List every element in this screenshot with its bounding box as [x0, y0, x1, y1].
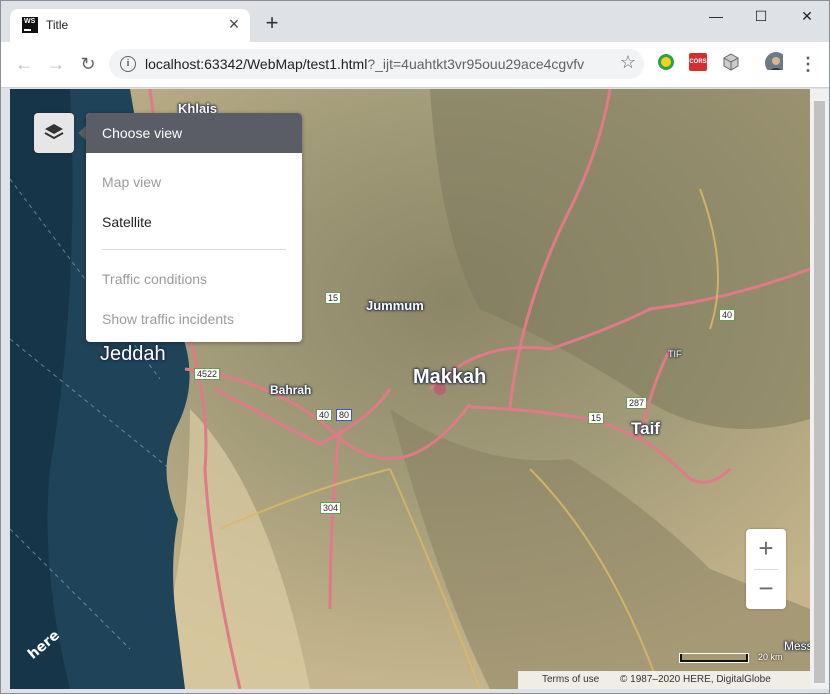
traffic-incidents-option[interactable]: Show traffic incidents: [102, 311, 234, 327]
webstorm-icon: WS: [22, 17, 38, 33]
layers-icon: [44, 124, 64, 140]
tab-icon-text: WS: [24, 18, 36, 25]
satellite-option[interactable]: Satellite: [102, 214, 152, 230]
road-shield-80: 80: [336, 409, 353, 421]
road-shield-4522: 4522: [194, 368, 221, 380]
traffic-conditions-option[interactable]: Traffic conditions: [102, 271, 207, 287]
road-shield-40-west: 40: [316, 409, 333, 421]
terms-of-use-link[interactable]: Terms of use: [542, 671, 599, 689]
new-tab-button[interactable]: +: [260, 12, 284, 36]
map-label-jummum: Jummum: [366, 298, 424, 313]
cors-extension-icon[interactable]: CORS: [689, 53, 707, 71]
road-shield-15-north: 15: [325, 292, 342, 304]
map-label-makkah: Makkah: [413, 366, 487, 388]
maximize-button[interactable]: ☐: [739, 5, 783, 29]
zoom-out-button[interactable]: −: [746, 569, 786, 609]
tab-close-icon[interactable]: ×: [224, 15, 244, 35]
cube-extension-icon[interactable]: [722, 53, 740, 71]
panel-title: Choose view: [86, 113, 302, 153]
choose-view-panel: Choose view Map view Satellite Traffic c…: [86, 113, 302, 342]
browser-toolbar: ← → ↻ i localhost:63342/WebMap/test1.htm…: [1, 42, 829, 88]
site-info-icon[interactable]: i: [120, 56, 136, 72]
address-bar[interactable]: i localhost:63342/WebMap/test1.html?_ijt…: [109, 49, 644, 79]
url-host: localhost:63342/WebMap/test1.html: [145, 56, 368, 72]
road-shield-287: 287: [626, 397, 648, 409]
road-shield-40-east: 40: [719, 309, 736, 321]
map-viewport[interactable]: Khlais Jummum Jeddah Makkah Bahrah Taif …: [10, 89, 810, 689]
map-label-bahrah: Bahrah: [270, 383, 312, 397]
forward-button[interactable]: →: [43, 51, 69, 77]
map-label-mess: Mess: [784, 639, 810, 653]
road-shield-15-east: 15: [588, 412, 605, 424]
map-footer: Terms of use © 1987–2020 HERE, DigitalGl…: [518, 671, 810, 689]
url-query: ?_ijt=4uahtkt3vr95ouu29ace4cgvfv: [367, 56, 585, 72]
map-label-taif: Taif: [631, 419, 660, 438]
url-text[interactable]: localhost:63342/WebMap/test1.html?_ijt=4…: [145, 56, 584, 72]
scale-bar: [680, 654, 748, 662]
airport-label-tif: TIF: [668, 349, 682, 359]
scrollbar-thumb[interactable]: [814, 101, 825, 683]
zoom-control: + −: [746, 529, 786, 609]
panel-divider: [102, 249, 286, 250]
browser-window: WS Title × + — ☐ ✕ ← → ↻ i localhost:633…: [0, 0, 830, 694]
map-label-jeddah: Jeddah: [100, 343, 166, 365]
profile-avatar[interactable]: [765, 52, 783, 70]
bookmark-star-icon[interactable]: ☆: [620, 52, 636, 73]
map-view-option[interactable]: Map view: [102, 174, 161, 190]
tab-title: Title: [46, 18, 69, 32]
browser-menu-icon[interactable]: ⋮: [798, 51, 818, 77]
close-window-button[interactable]: ✕: [785, 5, 829, 29]
minimize-button[interactable]: —: [694, 5, 738, 29]
zoom-in-button[interactable]: +: [746, 529, 786, 569]
back-button[interactable]: ←: [11, 51, 37, 77]
layers-button[interactable]: [34, 113, 74, 153]
extension-green-icon[interactable]: [657, 53, 675, 71]
road-shield-304: 304: [320, 502, 342, 514]
copyright-text: © 1987–2020 HERE, DigitalGlobe: [620, 674, 771, 685]
reload-button[interactable]: ↻: [75, 51, 101, 77]
browser-tab[interactable]: WS Title ×: [10, 9, 250, 42]
title-bar: WS Title × + — ☐ ✕: [1, 1, 829, 42]
scale-label: 20 km: [758, 652, 783, 662]
